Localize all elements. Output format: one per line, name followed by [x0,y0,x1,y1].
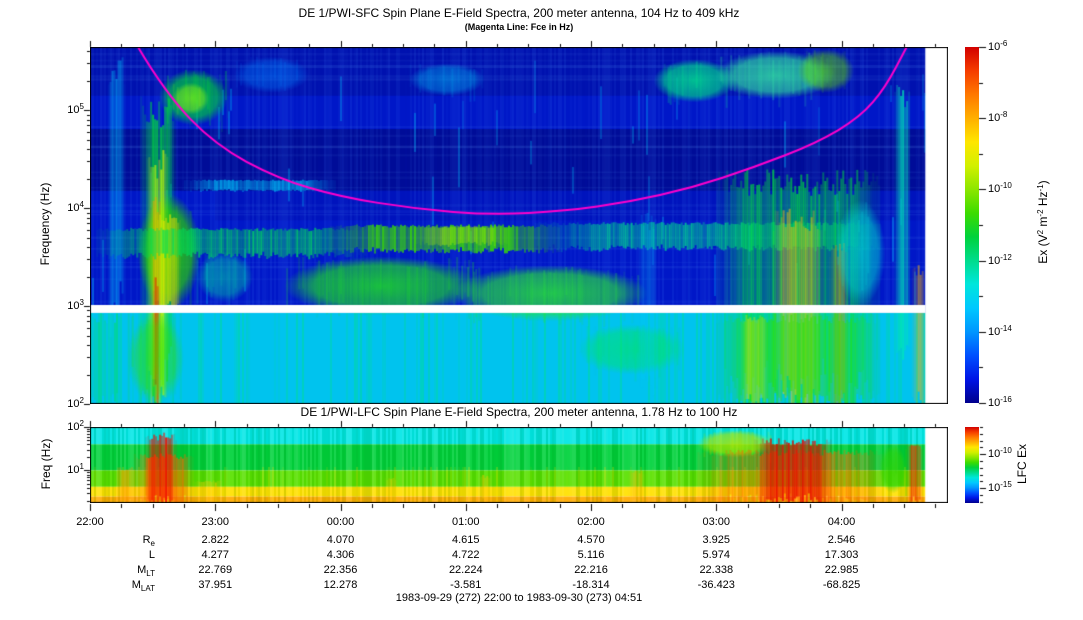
tick-label-10e4: 104 [67,200,84,214]
sfc-colorbar [965,47,979,403]
tick-label-10e-8: 10-8 [988,110,1008,124]
page-title: DE 1/PWI-SFC Spin Plane E-Field Spectra,… [298,6,740,20]
page-subtitle: (Magenta Line: Fce in Hz) [464,22,574,32]
orbit-value: 5.116 [577,549,605,561]
time-tick-label: 22:00 [76,516,104,528]
orbit-value: 22.985 [824,564,859,576]
tick-label-10e-15: 10-15 [988,480,1012,494]
lfc-colorbar-label: LFC Ex [1015,444,1029,485]
orbit-value: 22.769 [198,564,233,576]
sfc-colorbar-label: Ex (V2 m-2 Hz-1) [1036,180,1050,264]
orbit-value: 5.974 [702,549,731,561]
orbit-value: 37.951 [198,579,233,591]
orbit-row-label: MLT [137,564,155,578]
orbit-row-label: MLAT [131,579,155,593]
orbit-value: -3.581 [450,579,482,591]
orbit-value: 2.822 [201,534,230,546]
tick-label-10e-16: 10-16 [988,395,1012,409]
tick-label-10e-12: 10-12 [988,253,1012,267]
tick-label-10e2: 102 [67,419,84,433]
lfc-spectrogram [90,427,948,503]
orbit-value: 12.278 [323,579,358,591]
lfc-panel-title: DE 1/PWI-LFC Spin Plane E-Field Spectra,… [300,405,738,419]
time-tick-label: 02:00 [577,516,605,528]
time-tick-label: 03:00 [702,516,731,528]
tick-label-10e-6: 10-6 [988,39,1008,53]
time-tick-label: 04:00 [827,516,856,528]
orbit-value: 22.338 [699,564,734,576]
orbit-value: 3.925 [702,534,731,546]
sfc-spectrogram [90,47,948,404]
orbit-value: 22.216 [574,564,608,576]
orbit-value: -36.423 [697,579,735,591]
sfc-y-axis-label: Frequency (Hz) [38,182,52,266]
orbit-row-label: Re [142,534,155,548]
orbit-value: 22.224 [448,564,483,576]
orbit-row-label: L [148,549,155,561]
orbit-value: -68.825 [822,579,861,591]
tick-label-10e2: 102 [67,396,84,410]
tick-label-10e5: 105 [67,102,84,116]
tick-label-10e1: 101 [67,462,84,476]
lfc-colorbar [965,427,979,503]
orbit-value: 4.722 [452,549,480,561]
tick-label-10e-10: 10-10 [988,446,1012,460]
orbit-value: 2.546 [827,534,856,546]
time-tick-label: 00:00 [326,516,355,528]
time-tick-label: 23:00 [201,516,230,528]
orbit-value: 4.615 [452,534,480,546]
tick-label-10e-10: 10-10 [988,181,1012,195]
orbit-value: 17.303 [824,549,859,561]
orbit-value: 4.306 [326,549,355,561]
tick-label-10e-14: 10-14 [988,324,1012,338]
orbit-value: 4.070 [326,534,355,546]
date-range-footer: 1983-09-29 (272) 22:00 to 1983-09-30 (27… [395,592,643,604]
orbit-value: 22.356 [323,564,358,576]
orbit-value: -18.314 [572,579,610,591]
time-tick-label: 01:00 [452,516,480,528]
tick-label-10e3: 103 [67,298,84,312]
orbit-value: 4.277 [201,549,230,561]
plot-page: DE 1/PWI-SFC Spin Plane E-Field Spectra,… [0,0,1083,620]
orbit-value: 4.570 [577,534,605,546]
